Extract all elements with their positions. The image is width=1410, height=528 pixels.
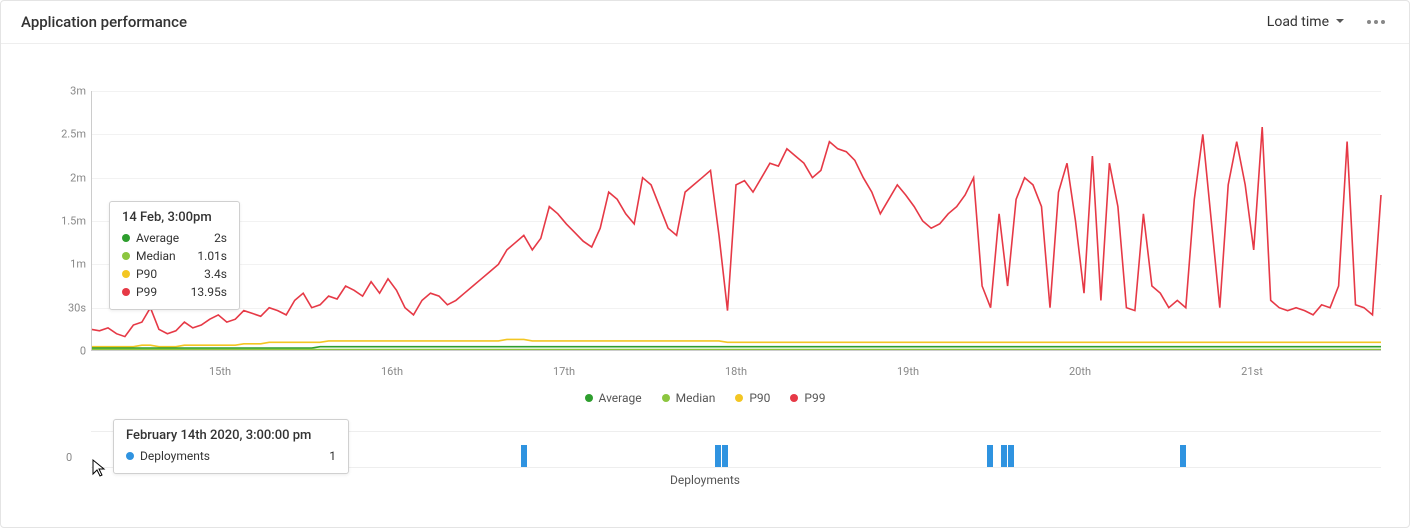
legend-label: Median — [676, 391, 716, 405]
tooltip-series-value: 1.01s — [197, 247, 227, 265]
deploy-tooltip-label: Deployments — [140, 447, 210, 465]
deployment-bar[interactable] — [722, 445, 728, 467]
chevron-down-icon — [1335, 14, 1345, 30]
y-tick: 0 — [41, 345, 86, 358]
deployment-bar[interactable] — [987, 445, 993, 467]
deploy-tooltip: February 14th 2020, 3:00:00 pm Deploymen… — [113, 419, 349, 474]
deploy-section-label: Deployments — [1, 473, 1409, 487]
tooltip-dot-icon — [122, 288, 130, 296]
tooltip-series-label: P99 — [136, 283, 157, 301]
y-tick: 2m — [41, 171, 86, 184]
deployment-bar[interactable] — [1180, 445, 1186, 467]
tooltip-row: Median 1.01s — [122, 247, 227, 265]
y-tick: 2.5m — [41, 128, 86, 141]
x-axis: 15th 16th 17th 18th 19th 20th 21st — [91, 361, 1381, 381]
legend-item[interactable]: P90 — [735, 391, 770, 405]
y-axis: 030s1m1.5m2m2.5m3m — [41, 91, 86, 351]
metric-dropdown[interactable]: Load time — [1267, 14, 1345, 30]
panel-title: Application performance — [21, 13, 187, 31]
legend-dot-icon — [585, 394, 593, 402]
series-p90 — [91, 339, 1381, 346]
legend-dot-icon — [735, 394, 743, 402]
tooltip-dot-icon — [122, 234, 130, 242]
legend-item[interactable]: Median — [662, 391, 716, 405]
chart-legend: Average Median P90 P99 — [1, 391, 1409, 405]
tooltip-series-label: Average — [136, 229, 179, 247]
deployment-bar[interactable] — [715, 445, 721, 467]
x-tick: 18th — [725, 365, 747, 378]
tooltip-title: 14 Feb, 3:00pm — [122, 210, 227, 225]
tooltip-row: P99 13.95s — [122, 283, 227, 301]
y-tick: 1m — [41, 258, 86, 271]
series-p99 — [91, 127, 1381, 337]
perf-panel: Application performance Load time 0 30s 1m… — [0, 0, 1410, 528]
deployment-bar[interactable] — [1008, 445, 1014, 467]
tooltip-series-label: Median — [136, 247, 176, 265]
y-tick: 30s — [41, 301, 86, 314]
legend-item[interactable]: P99 — [790, 391, 825, 405]
dropdown-label: Load time — [1267, 14, 1329, 30]
main-chart[interactable] — [91, 91, 1381, 351]
tooltip-row: P90 3.4s — [122, 265, 227, 283]
legend-label: Average — [599, 391, 642, 405]
x-tick: 19th — [897, 365, 919, 378]
tooltip-row: Average 2s — [122, 229, 227, 247]
deploy-tooltip-title: February 14th 2020, 3:00:00 pm — [126, 428, 336, 443]
x-tick: 15th — [209, 365, 231, 378]
tooltip-dot-icon — [122, 252, 130, 260]
tooltip-series-value: 2s — [214, 229, 227, 247]
x-tick: 21st — [1241, 365, 1263, 378]
tooltip-series-value: 13.95s — [191, 283, 227, 301]
x-tick: 20th — [1069, 365, 1091, 378]
deployment-bar[interactable] — [1001, 445, 1007, 467]
series-average — [91, 347, 1381, 348]
tooltip-series-value: 3.4s — [204, 265, 227, 283]
y-tick: 1.5m — [41, 215, 86, 228]
chart-tooltip: 14 Feb, 3:00pm Average 2s Median 1.01s P90 3.… — [109, 201, 240, 310]
tooltip-dot-icon — [122, 270, 130, 278]
cursor-icon — [91, 458, 107, 478]
legend-dot-icon — [662, 394, 670, 402]
deploy-tooltip-value: 1 — [329, 447, 336, 465]
legend-label: P90 — [749, 391, 770, 405]
legend-item[interactable]: Average — [585, 391, 642, 405]
legend-dot-icon — [790, 394, 798, 402]
x-tick: 16th — [381, 365, 403, 378]
deployment-bar[interactable] — [521, 445, 527, 467]
deploy-y-tick: 0 — [66, 451, 72, 464]
tooltip-series-label: P90 — [136, 265, 157, 283]
legend-label: P99 — [804, 391, 825, 405]
panel-header: Application performance Load time — [1, 1, 1409, 44]
more-menu-button[interactable] — [1363, 16, 1389, 28]
x-tick: 17th — [553, 365, 575, 378]
y-tick: 3m — [41, 85, 86, 98]
